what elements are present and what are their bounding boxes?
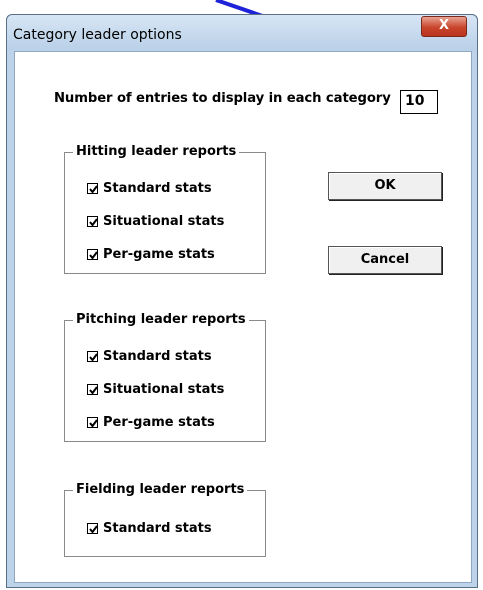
- entries-label: Number of entries to display in each cat…: [54, 91, 391, 106]
- ok-button[interactable]: OK: [328, 172, 442, 200]
- window-title: Category leader options: [13, 27, 182, 43]
- close-icon: X: [438, 18, 450, 33]
- checkbox-checked-icon: [87, 249, 98, 260]
- checkbox-checked-icon: [87, 351, 98, 362]
- checkbox-checked-icon: [87, 417, 98, 428]
- hitting-standard-label: Standard stats: [103, 181, 212, 196]
- pitching-situational-label: Situational stats: [103, 382, 225, 397]
- checkbox-checked-icon: [87, 523, 98, 534]
- fielding-standard-label: Standard stats: [103, 521, 212, 536]
- entries-count-input[interactable]: 10: [400, 90, 438, 114]
- title-bar: Category leader options X: [7, 15, 477, 50]
- checkbox-checked-icon: [87, 216, 98, 227]
- hitting-situational-label: Situational stats: [103, 214, 225, 229]
- fielding-group: Fielding leader reports Standard stats: [64, 482, 266, 557]
- pitching-group: Pitching leader reports Standard stats S…: [64, 312, 266, 442]
- fielding-group-title: Fielding leader reports: [73, 482, 248, 497]
- checkbox-checked-icon: [87, 384, 98, 395]
- hitting-pergame-label: Per-game stats: [103, 247, 215, 262]
- hitting-group: Hitting leader reports Standard stats Si…: [64, 144, 266, 274]
- pitching-group-title: Pitching leader reports: [73, 312, 249, 327]
- checkbox-checked-icon: [87, 183, 98, 194]
- cancel-button[interactable]: Cancel: [328, 246, 442, 274]
- hitting-group-title: Hitting leader reports: [73, 144, 240, 159]
- pitching-standard-label: Standard stats: [103, 349, 212, 364]
- pitching-pergame-label: Per-game stats: [103, 415, 215, 430]
- close-button[interactable]: X: [421, 16, 467, 37]
